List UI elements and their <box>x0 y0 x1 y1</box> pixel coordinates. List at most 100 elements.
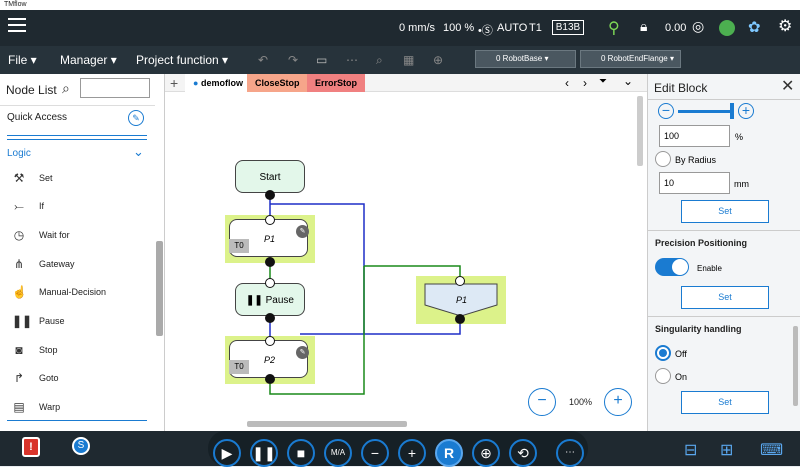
by-radius-radio[interactable] <box>655 151 671 167</box>
error-alert-icon[interactable]: ! <box>22 437 40 457</box>
start-output-port[interactable] <box>265 190 275 200</box>
bottom-control-bar: ! S ▶ ❚❚ ■ M/A − + R ⊕ ⟲ ⋯ ⊟ ⊞ ⌨ <box>0 431 800 467</box>
by-radius-label: By Radius <box>675 155 717 165</box>
off-radio[interactable] <box>655 345 671 361</box>
edit-pencil-icon[interactable]: ✎ <box>128 110 144 126</box>
set-icon: ⚒ <box>13 171 25 185</box>
menu-manager[interactable]: Manager ▾ <box>60 53 117 67</box>
lock-icon[interactable]: 🔒︎ <box>640 18 647 35</box>
node-search-input[interactable] <box>80 78 150 98</box>
grid-icon[interactable]: ▦ <box>403 53 414 67</box>
node-item-warp[interactable]: ▤ Warp <box>0 394 155 422</box>
p1-side-output-port[interactable] <box>455 314 465 324</box>
search-icon[interactable]: ⌕ <box>376 53 383 68</box>
controller-icon[interactable]: ⊞ <box>720 440 733 460</box>
if-icon: ⤚ <box>14 199 24 213</box>
reset-button[interactable]: R <box>435 439 463 467</box>
io-panel-icon[interactable]: ⊟ <box>684 440 697 460</box>
point-edit-icon[interactable]: ✎ <box>296 225 309 238</box>
zoom-in-button[interactable]: + <box>604 388 632 416</box>
robot-flange-dropdown[interactable]: 0 RobotEndFlange ▾ <box>580 50 681 68</box>
slider-handle[interactable] <box>730 103 734 119</box>
increase-button[interactable]: + <box>738 103 754 119</box>
precision-positioning-title: Precision Positioning <box>655 238 748 248</box>
robot-base-dropdown[interactable]: 0 RobotBase ▾ <box>475 50 576 68</box>
speed-mode-button[interactable]: S <box>72 437 90 455</box>
set-button-precision[interactable]: Set <box>681 286 769 309</box>
pause-output-port[interactable] <box>265 313 275 323</box>
play-button[interactable]: ▶ <box>213 439 241 467</box>
mode-label: AUTO <box>497 22 528 34</box>
percent-slider[interactable] <box>678 110 730 113</box>
node-item-stop[interactable]: ◙ Stop <box>0 337 155 365</box>
speed-percent: 100 % <box>443 22 475 34</box>
p1-side-input-port[interactable] <box>455 276 465 286</box>
logic-section-title[interactable]: Logic <box>7 148 31 159</box>
speed-increase-button[interactable]: + <box>398 439 426 467</box>
node-item-manual-decision[interactable]: ☝ Manual-Decision <box>0 279 155 307</box>
p1-output-port[interactable] <box>265 257 275 267</box>
node-item-gateway[interactable]: ⋔ Gateway <box>0 251 155 279</box>
edit-icon[interactable]: ▭ <box>316 53 327 67</box>
node-item-if[interactable]: ⤚ If <box>0 193 155 221</box>
on-radio[interactable] <box>655 368 671 384</box>
node-item-wait-for[interactable]: ◷ Wait for <box>0 222 155 250</box>
redo-icon[interactable]: ↷ <box>288 53 298 67</box>
node-item-pause[interactable]: ❚❚ Pause <box>0 308 155 336</box>
node-item-set[interactable]: ⚒ Set <box>0 165 155 193</box>
point-node-p2[interactable]: P2 T0 ✎ <box>225 336 315 384</box>
pause-button[interactable]: ❚❚ <box>250 439 278 467</box>
decrease-button[interactable]: − <box>658 103 674 119</box>
pause-input-port[interactable] <box>265 278 275 288</box>
enable-label: Enable <box>697 264 722 273</box>
point-node-p1-side[interactable]: P1 <box>416 276 506 324</box>
on-label: On <box>675 372 688 382</box>
p2-input-port[interactable] <box>265 336 275 346</box>
canvas-h-scrollbar[interactable] <box>247 421 407 427</box>
enable-toggle[interactable] <box>655 258 689 276</box>
undo-icon[interactable]: ↶ <box>258 53 268 67</box>
right-scrollbar[interactable] <box>793 326 798 406</box>
warp-icon: ▤ <box>13 400 25 414</box>
zoom-out-button[interactable]: − <box>528 388 556 416</box>
set-button-singularity[interactable]: Set <box>681 391 769 414</box>
point-edit-icon[interactable]: ✎ <box>296 346 309 359</box>
more-options-button[interactable]: ⋯ <box>556 439 584 467</box>
left-scrollbar[interactable] <box>156 241 163 336</box>
flow-canvas[interactable]: + ● demoflow CloseStop ErrorStop ‹ › ⏷ ⌄… <box>165 74 647 431</box>
node-list-title: Node List <box>6 83 57 97</box>
hamburger-menu-icon[interactable] <box>8 18 26 34</box>
connection-button[interactable]: ⟲ <box>509 439 537 467</box>
canvas-v-scrollbar[interactable] <box>637 96 643 166</box>
top-status-bar: 0 mm/s 100 % •Ⓢ AUTO T1 B13B ⚲ 🔒︎ 0.00 ◎… <box>0 10 800 46</box>
stop-button[interactable]: ■ <box>287 439 315 467</box>
point-icon[interactable]: ⊕ <box>433 53 443 67</box>
keyboard-icon[interactable]: ⌨ <box>760 440 783 460</box>
menu-project-function[interactable]: Project function ▾ <box>136 53 228 67</box>
start-node[interactable]: Start <box>235 160 305 193</box>
singularity-handling-title: Singularity handling <box>655 324 742 334</box>
p1-input-port[interactable] <box>265 215 275 225</box>
speed-decrease-button[interactable]: − <box>361 439 389 467</box>
more-icon[interactable]: ⋯ <box>346 53 358 67</box>
radius-input[interactable]: 10 <box>659 172 730 194</box>
status-value: 0.00 <box>665 22 687 34</box>
chevron-down-icon[interactable]: ⌄ <box>133 144 144 160</box>
set-button-blending[interactable]: Set <box>681 200 769 223</box>
search-icon[interactable]: ⌕ <box>62 80 70 97</box>
percent-input[interactable]: 100 <box>659 125 730 147</box>
robot-arm-icon[interactable]: ⚙ <box>778 16 792 36</box>
gateway-icon: ⋔ <box>13 257 25 271</box>
target-button[interactable]: ⊕ <box>472 439 500 467</box>
robot-user-icon[interactable]: ⚲ <box>608 18 620 38</box>
users-icon[interactable]: ✿ <box>748 18 761 36</box>
menu-file[interactable]: File ▾ <box>8 53 37 67</box>
p2-output-port[interactable] <box>265 374 275 384</box>
close-icon[interactable]: ✕ <box>781 76 794 96</box>
menu-bar: File ▾ Manager ▾ Project function ▾ ↶ ↷ … <box>0 46 800 74</box>
manual-auto-button[interactable]: M/A <box>324 439 352 467</box>
node-item-goto[interactable]: ↱ Goto <box>0 365 155 393</box>
off-label: Off <box>675 349 687 359</box>
speed-gauge-icon[interactable]: ◎ <box>692 18 704 35</box>
point-node-p1[interactable]: P1 T0 ✎ <box>225 215 315 267</box>
